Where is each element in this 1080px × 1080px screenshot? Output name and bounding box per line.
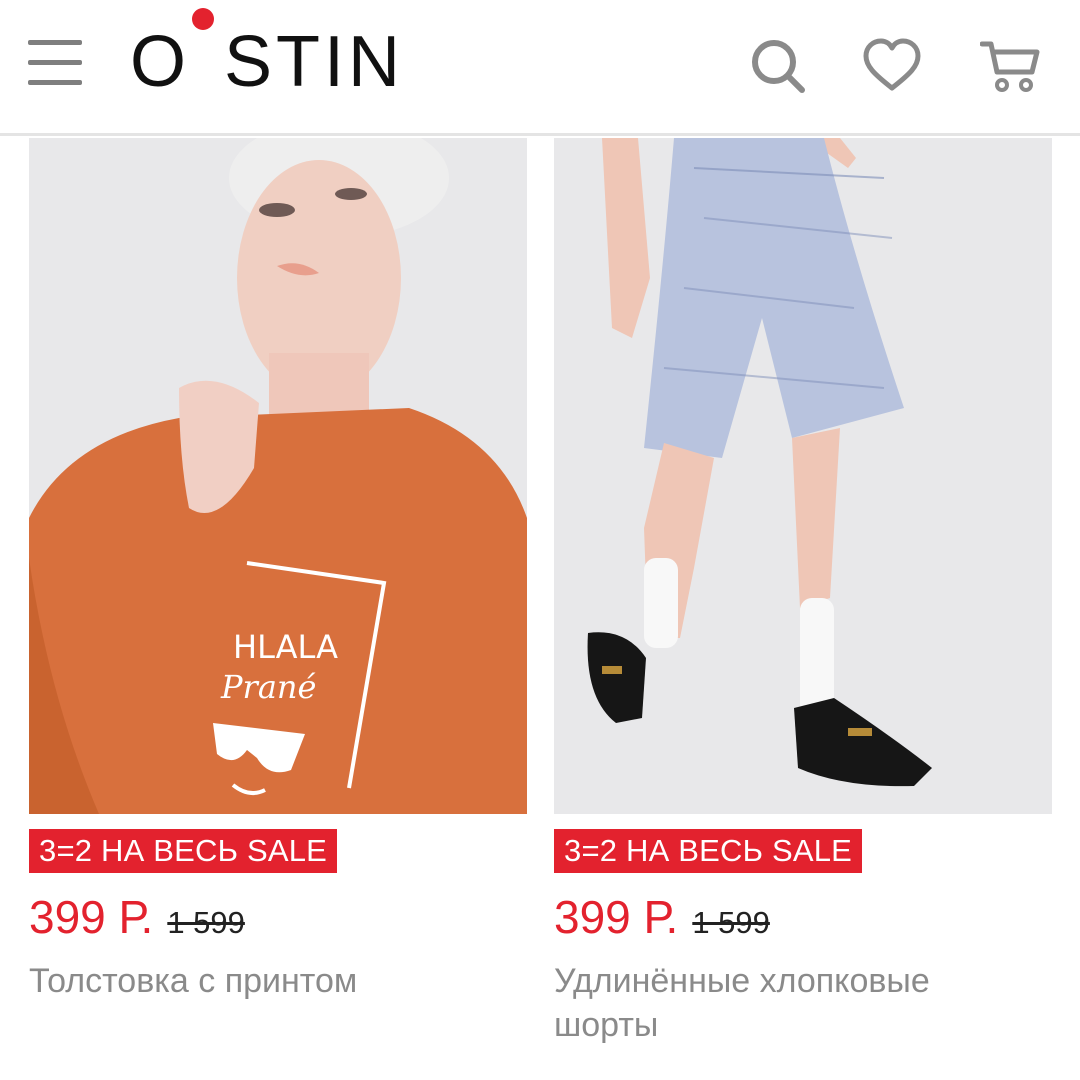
product-photo[interactable] [554,138,1052,814]
logo-o: O [130,22,191,102]
logo-dot [192,8,214,30]
promo-badge: 3=2 НА ВЕСЬ SALE [29,829,338,873]
old-price: 1 599 [692,905,770,940]
app-header: O STIN [0,0,1080,136]
product-title[interactable]: Удлинённые хлопковые шорты [554,959,1024,1047]
print-text-2: Prané [220,668,316,706]
price: 399 Р. [29,891,154,943]
price-row: 399 Р. 1 599 [554,889,1052,945]
menu-icon[interactable] [28,40,82,88]
print-text-1: HLALA [233,628,338,666]
price: 399 Р. [554,891,679,943]
menu-line [28,40,82,45]
old-price: 1 599 [167,905,245,940]
product-card[interactable]: HLALA Prané 3=2 НА ВЕСЬ SALE 399 Р. 1 59… [29,138,527,1003]
search-icon[interactable] [748,36,808,96]
menu-line [28,80,82,85]
product-title[interactable]: Толстовка с принтом [29,959,499,1003]
heart-icon[interactable] [862,36,922,96]
brand-logo[interactable]: O STIN [130,22,404,102]
product-card[interactable]: 3=2 НА ВЕСЬ SALE 399 Р. 1 599 Удлинённые… [554,138,1052,1047]
logo-letters: STIN [224,22,405,102]
product-photo[interactable]: HLALA Prané [29,138,527,814]
menu-line [28,60,82,65]
promo-badge: 3=2 НА ВЕСЬ SALE [554,829,863,873]
cart-icon[interactable] [979,36,1040,96]
price-row: 399 Р. 1 599 [29,889,527,945]
